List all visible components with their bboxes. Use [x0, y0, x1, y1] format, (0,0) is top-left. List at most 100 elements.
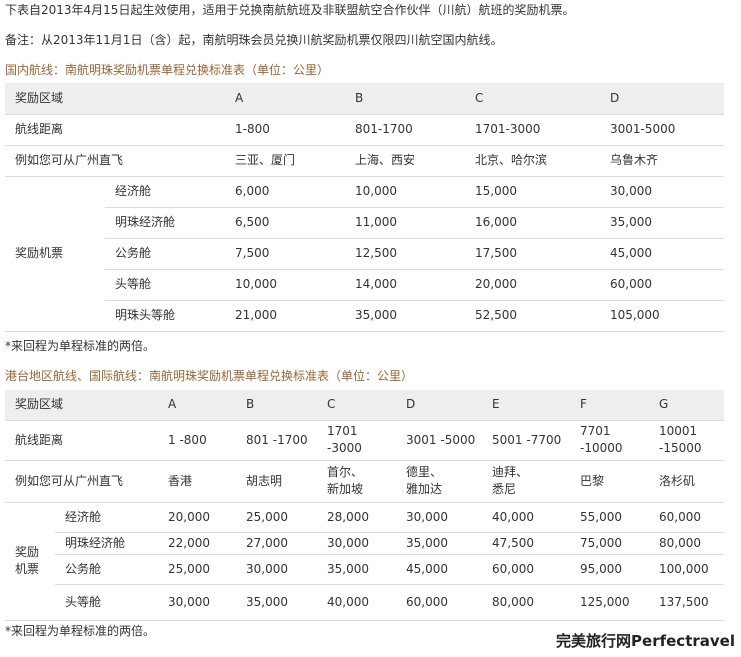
cell-line: 5001 -7700	[492, 432, 562, 447]
table-cell: 12,500	[349, 238, 470, 270]
cell-line: 迪拜、	[492, 465, 529, 479]
cell-line: 新加坡	[327, 482, 364, 496]
table-cell: 21,000	[229, 300, 350, 332]
table-cell: 47,500	[486, 532, 575, 555]
international-award-table: 奖励区域 A B C D E F G 航线距离 1 -800 801 -1700…	[5, 390, 725, 621]
table-cell: 北京、哈尔滨	[469, 145, 605, 177]
intro-line-1: 下表自2013年4月15日起生效使用，适用于兑换南航航班及非联盟航空合作伙伴（川…	[5, 3, 575, 17]
table-cell: 30,000	[240, 554, 322, 585]
zone-b: B	[349, 83, 470, 115]
intl-distance-row: 航线距离 1 -800 801 -1700 1701 -3000 3001 -50…	[5, 420, 725, 461]
table-cell: 胡志明	[240, 460, 322, 503]
table-cell: 25,000	[240, 502, 322, 533]
distance-label: 航线距离	[5, 114, 230, 146]
table-cell: 上海、西安	[349, 145, 470, 177]
table-cell: 乌鲁木齐	[604, 145, 725, 177]
intl-example-row: 例如您可从广州直飞 香港 胡志明 首尔、 新加坡 德里、 雅加达 迪拜、 悉尼 巴黎 …	[5, 460, 725, 503]
table-cell: 60,000	[653, 502, 725, 533]
class-name: 公务舱	[105, 238, 230, 270]
zone-label: 奖励区域	[5, 390, 163, 421]
table-cell: 1701 -3000	[321, 420, 401, 461]
domestic-example-row: 例如您可从广州直飞 三亚、厦门 上海、西安 北京、哈尔滨 乌鲁木齐	[5, 145, 725, 177]
table-cell: 巴黎	[574, 460, 654, 503]
table-cell: 德里、 雅加达	[400, 460, 487, 503]
table-cell: 35,000	[400, 532, 487, 555]
table-cell: 3001-5000	[604, 114, 725, 146]
table-cell: 14,000	[349, 269, 470, 301]
zone-d: D	[604, 83, 725, 115]
table-cell: 45,000	[400, 554, 487, 585]
cell-line: 德里、	[406, 465, 443, 479]
award-ticket-label: 奖励机票	[5, 176, 105, 332]
table-cell: 1-800	[229, 114, 350, 146]
cell-line: 10001	[659, 424, 698, 438]
table-cell: 60,000	[400, 584, 487, 621]
cell-line: 1 -800	[168, 432, 207, 447]
class-name: 明珠头等舱	[105, 300, 230, 332]
distance-label: 航线距离	[5, 420, 163, 461]
class-name: 公务舱	[55, 554, 163, 585]
table-cell: 香港	[162, 460, 241, 503]
intl-class-row: 头等舱 30,000 35,000 40,000 60,000 80,000 1…	[5, 584, 725, 621]
zone-f: F	[574, 390, 654, 421]
domestic-class-row: 头等舱 10,000 14,000 20,000 60,000	[5, 269, 725, 301]
intl-class-row: 奖励 机票 经济舱 20,000 25,000 28,000 30,000 40,…	[5, 502, 725, 621]
cell-line: -3000	[327, 441, 362, 455]
zone-a: A	[229, 83, 350, 115]
domestic-table-title: 国内航线：南航明珠奖励机票单程兑换标准表（单位：公里）	[5, 63, 330, 77]
cell-line: 1701	[327, 424, 358, 438]
class-name: 经济舱	[55, 502, 163, 533]
table-cell: 三亚、厦门	[229, 145, 350, 177]
cell-line: 胡志明	[246, 473, 283, 488]
cell-line: 机票	[15, 562, 40, 576]
table-cell: 22,000	[162, 532, 241, 555]
table-cell: 75,000	[574, 532, 654, 555]
table-cell: 1 -800	[162, 420, 241, 461]
intl-header-row: 奖励区域 A B C D E F G	[5, 390, 725, 421]
cell-line: 雅加达	[406, 482, 443, 496]
table-cell: 60,000	[486, 554, 575, 585]
table-cell: 30,000	[604, 176, 725, 208]
cell-line: 3001 -5000	[406, 432, 476, 447]
table-cell: 25,000	[162, 554, 241, 585]
cell-line: -10000	[580, 441, 623, 455]
award-ticket-label: 奖励机票	[5, 502, 55, 621]
table-cell: 28,000	[321, 502, 401, 533]
domestic-award-table: 奖励区域 A B C D 航线距离 1-800 801-1700 1701-30…	[5, 83, 725, 332]
domestic-footnote: *来回程为单程标准的两倍。	[5, 339, 156, 353]
table-cell: 52,500	[469, 300, 605, 332]
domestic-class-row: 公务舱 7,500 12,500 17,500 45,000	[5, 238, 725, 270]
table-cell: 801 -1700	[240, 420, 322, 461]
table-cell: 80,000	[486, 584, 575, 621]
table-cell: 35,000	[604, 207, 725, 239]
intl-class-row: 明珠经济舱 22,000 27,000 30,000 35,000 47,500…	[5, 532, 725, 555]
class-name: 头等舱	[105, 269, 230, 301]
table-cell: 10,000	[349, 176, 470, 208]
international-footnote: *来回程为单程标准的两倍。	[5, 624, 156, 638]
table-cell: 10001 -15000	[653, 420, 725, 461]
table-cell: 7,500	[229, 238, 350, 270]
table-cell: 6,000	[229, 176, 350, 208]
table-cell: 30,000	[321, 532, 401, 555]
example-label: 例如您可从广州直飞	[5, 460, 163, 503]
domestic-class-row: 奖励机票 经济舱 6,000 10,000 15,000 30,000	[5, 176, 725, 332]
table-cell: 15,000	[469, 176, 605, 208]
table-cell: 1701-3000	[469, 114, 605, 146]
zone-a: A	[162, 390, 241, 421]
table-cell: 100,000	[653, 554, 725, 585]
cell-line: 巴黎	[580, 473, 605, 488]
international-table-title: 港台地区航线、国际航线：南航明珠奖励机票单程兑换标准表（单位：公里）	[5, 369, 414, 383]
table-cell: 137,500	[653, 584, 725, 621]
cell-line: 悉尼	[492, 482, 517, 496]
table-cell: 35,000	[349, 300, 470, 332]
table-cell: 11,000	[349, 207, 470, 239]
table-cell: 105,000	[604, 300, 725, 332]
domestic-distance-row: 航线距离 1-800 801-1700 1701-3000 3001-5000	[5, 114, 725, 146]
intro-line-2: 备注：从2013年11月1日（含）起，南航明珠会员兑换川航奖励机票仅限四川航空国…	[5, 33, 503, 47]
table-cell: 20,000	[162, 502, 241, 533]
cell-line: 奖励	[15, 545, 40, 559]
cell-line: 香港	[168, 473, 193, 488]
table-cell: 10,000	[229, 269, 350, 301]
table-cell: 35,000	[240, 584, 322, 621]
cell-line: -15000	[659, 441, 702, 455]
